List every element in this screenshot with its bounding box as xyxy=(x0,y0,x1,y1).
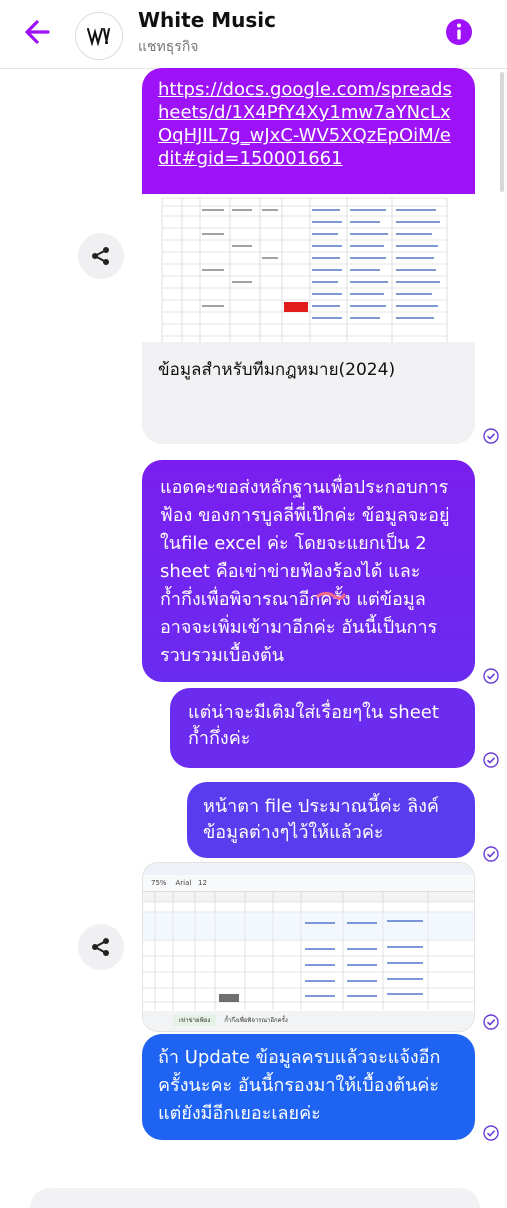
message-bubble[interactable]: แต่น่าจะมีเติมใส่เรื่อยๆใน sheet ก้ำกึ่ง… xyxy=(170,688,475,768)
spreadsheet-preview-image xyxy=(142,194,475,342)
composer-area xyxy=(0,1158,507,1208)
zoom-level: 75% xyxy=(151,879,167,887)
share-button[interactable] xyxy=(78,924,124,970)
sheet-tab-2: ก้ำกึ่งเพื่อพิจารณาอีกครั้ง xyxy=(224,1017,288,1024)
chat-header: White Music แชทธุรกิจ xyxy=(0,0,507,69)
chat-subtitle: แชทธุรกิจ xyxy=(138,39,199,55)
sheet-toolbar: 75% Arial 12 xyxy=(143,875,474,892)
link-preview-card[interactable]: https://docs.google.com/spreadsheets/d/1… xyxy=(142,68,475,444)
share-icon xyxy=(92,247,109,265)
back-arrow-icon[interactable] xyxy=(20,14,56,50)
white-music-logo-icon xyxy=(87,28,110,46)
read-check-icon xyxy=(483,668,499,684)
message-text: ถ้า Update ข้อมูลครบแล้วจะแจ้งอีกครั้งนะ… xyxy=(158,1047,441,1124)
message-text: หน้าตา file ประมาณนี้ค่ะ ลิงค์ข้อมูลต่าง… xyxy=(203,796,439,843)
info-icon[interactable] xyxy=(444,17,474,47)
read-check-icon xyxy=(483,1014,499,1030)
font-name: Arial xyxy=(175,879,192,887)
read-check-icon xyxy=(483,752,499,768)
link-area[interactable]: https://docs.google.com/spreadsheets/d/1… xyxy=(142,68,475,194)
message-text: แต่น่าจะมีเติมใส่เรื่อยๆใน sheet ก้ำกึ่ง… xyxy=(188,702,439,749)
spreadsheet-thumbnail xyxy=(142,194,475,342)
link-caption: ข้อมูลสำหรับทีมกฎหมาย(2024) xyxy=(158,360,396,380)
chat-title: White Music xyxy=(138,8,276,32)
spreadsheet-link[interactable]: https://docs.google.com/spreadsheets/d/1… xyxy=(158,78,459,170)
read-check-icon xyxy=(483,1125,499,1141)
message-bubble[interactable]: แอดคะขอส่งหลักฐานเพื่อประกอบการฟ้อง ของก… xyxy=(142,460,475,682)
sheet-tabs: เข่าข่ายฟ้อง ก้ำกึ่งเพื่อพิจารณาอีกครั้ง xyxy=(143,1011,474,1031)
share-button[interactable] xyxy=(78,233,124,279)
message-input[interactable] xyxy=(30,1188,480,1208)
browser-bar xyxy=(143,863,474,875)
share-icon xyxy=(92,938,109,956)
read-check-icon xyxy=(483,846,499,862)
avatar[interactable] xyxy=(75,12,123,60)
read-check-icon xyxy=(483,428,499,444)
sheet-screenshot-image[interactable]: 75% Arial 12 เข่าข่ายฟ้อง ก้ำกึ่งเพื่อพิ… xyxy=(142,862,475,1032)
sheet-grid xyxy=(143,892,474,1010)
message-text: แอดคะขอส่งหลักฐานเพื่อประกอบการฟ้อง ของก… xyxy=(160,477,450,666)
scrollbar[interactable] xyxy=(500,72,504,192)
font-size: 12 xyxy=(198,879,207,887)
message-bubble[interactable]: ถ้า Update ข้อมูลครบแล้วจะแจ้งอีกครั้งนะ… xyxy=(142,1034,475,1140)
scribble-mark xyxy=(316,592,346,600)
sheet-tab-1: เข่าข่ายฟ้อง xyxy=(173,1015,217,1026)
message-bubble[interactable]: หน้าตา file ประมาณนี้ค่ะ ลิงค์ข้อมูลต่าง… xyxy=(187,782,475,858)
